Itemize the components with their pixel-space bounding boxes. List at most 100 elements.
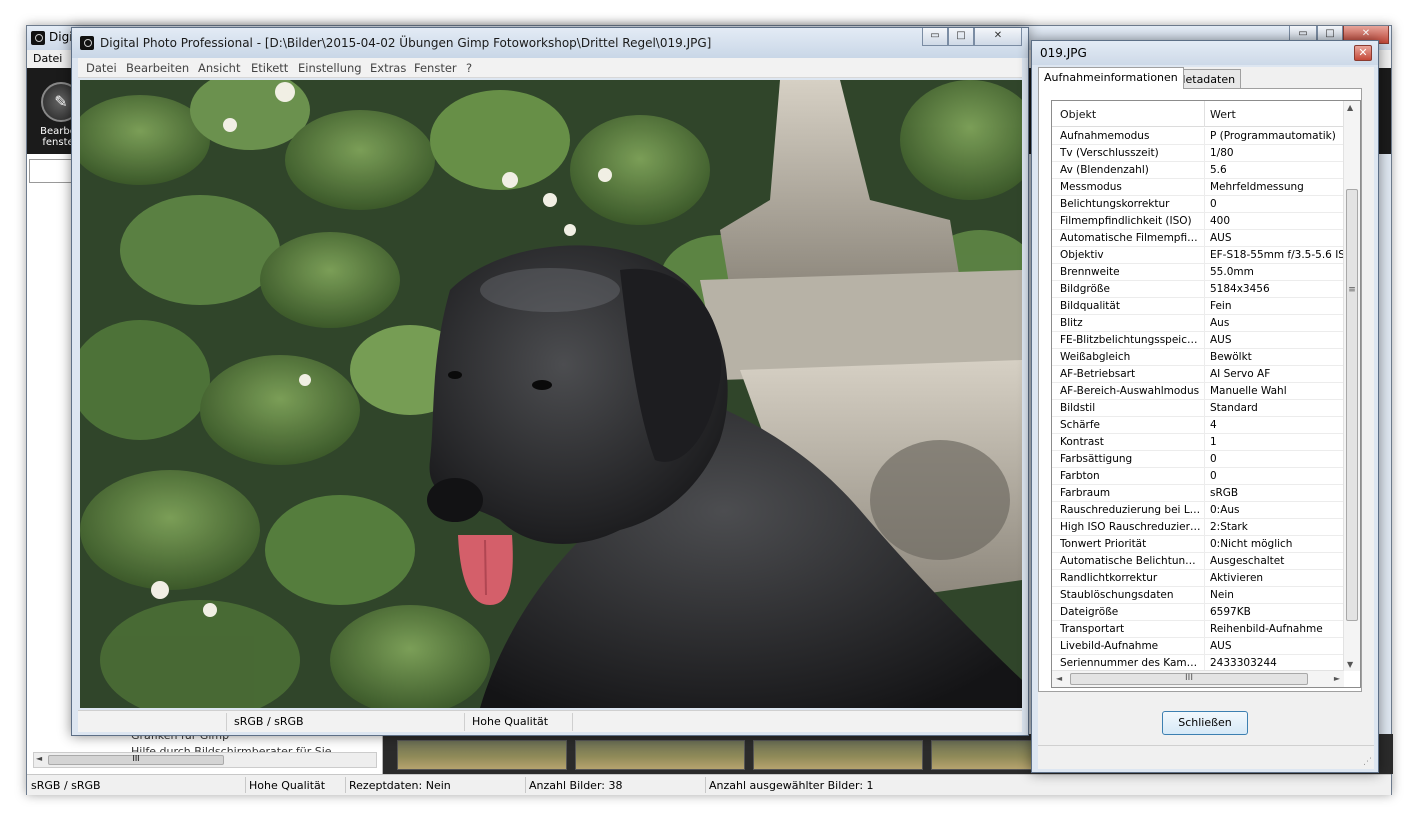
row-key: Weißabgleich [1060, 351, 1131, 363]
table-row[interactable]: Bildqualität Fein [1052, 298, 1344, 315]
table-row[interactable]: Objektiv EF-S18-55mm f/3.5-5.6 IS I [1052, 247, 1344, 264]
table-row[interactable]: Transportart Reihenbild-Aufnahme [1052, 621, 1344, 638]
arrow-right-icon[interactable]: ► [1334, 674, 1340, 683]
info-dialog-titlebar[interactable]: 019.JPG ✕ [1032, 41, 1378, 65]
table-row[interactable]: Farbraum sRGB [1052, 485, 1344, 502]
table-row[interactable]: Randlichtkorrektur Aktivieren [1052, 570, 1344, 587]
column-header-objekt[interactable]: Objekt [1060, 108, 1096, 121]
table-row[interactable]: Weißabgleich Bewölkt [1052, 349, 1344, 366]
resize-grip-icon[interactable]: ⋰ [1363, 757, 1372, 767]
menu-extras[interactable]: Extras [370, 61, 406, 75]
row-value: Manuelle Wahl [1210, 385, 1287, 397]
scroll-thumb[interactable]: III [48, 755, 224, 765]
menu-help[interactable]: ? [466, 61, 472, 75]
arrow-down-icon[interactable]: ▼ [1347, 660, 1353, 669]
row-key: AF-Bereich-Auswahlmodus [1060, 385, 1200, 397]
table-row[interactable]: AF-Bereich-Auswahlmodus Manuelle Wahl [1052, 383, 1344, 400]
row-key: Belichtungskorrektur [1060, 198, 1170, 210]
row-value: 400 [1210, 215, 1231, 227]
table-row[interactable]: Staublöschungsdaten Nein [1052, 587, 1344, 604]
menu-etikett[interactable]: Etikett [251, 61, 288, 75]
table-row[interactable]: Rauschreduzierung bei Lan... 0:Aus [1052, 502, 1344, 519]
row-value: 2433303244 [1210, 657, 1277, 669]
table-row[interactable]: FE-Blitzbelichtungsspeicher... AUS [1052, 332, 1344, 349]
main-menu-datei[interactable]: Datei [33, 52, 62, 65]
photo-image[interactable] [80, 80, 1022, 708]
table-row[interactable]: Filmempfindlichkeit (ISO) 400 [1052, 213, 1344, 230]
row-key: Dateigröße [1060, 606, 1119, 618]
info-dialog-title: 019.JPG [1040, 46, 1087, 60]
table-row[interactable]: Livebild-Aufnahme AUS [1052, 638, 1344, 655]
arrow-left-icon[interactable]: ◄ [1056, 674, 1062, 683]
status-divider [345, 777, 346, 793]
table-row[interactable]: Farbton 0 [1052, 468, 1344, 485]
table-row[interactable]: Automatische Filmempfindli... AUS [1052, 230, 1344, 247]
photo-window-titlebar[interactable]: Digital Photo Professional - [D:\Bilder\… [72, 28, 1028, 58]
table-row[interactable]: Aufnahmemodus P (Programmautomatik) [1052, 128, 1344, 145]
row-key: Tonwert Priorität [1060, 538, 1147, 550]
cell-divider [1204, 536, 1205, 553]
table-row[interactable]: Kontrast 1 [1052, 434, 1344, 451]
row-value: Aktivieren [1210, 572, 1264, 584]
table-row[interactable]: Schärfe 4 [1052, 417, 1344, 434]
table-row[interactable]: AF-Betriebsart AI Servo AF [1052, 366, 1344, 383]
table-row[interactable]: Av (Blendenzahl) 5.6 [1052, 162, 1344, 179]
column-header-wert[interactable]: Wert [1210, 108, 1236, 121]
table-row[interactable]: Bildgröße 5184x3456 [1052, 281, 1344, 298]
row-value: AUS [1210, 640, 1232, 652]
row-key: Staublöschungsdaten [1060, 589, 1174, 601]
schliessen-button[interactable]: Schließen [1162, 711, 1248, 735]
row-value: 0 [1210, 198, 1217, 210]
menu-bearbeiten[interactable]: Bearbeiten [126, 61, 189, 75]
table-row[interactable]: Dateigröße 6597KB [1052, 604, 1344, 621]
photo-minimize-button[interactable]: ▭ [922, 28, 948, 46]
status-divider [572, 713, 573, 731]
menu-ansicht[interactable]: Ansicht [198, 61, 240, 75]
photo-close-button[interactable]: ✕ [974, 28, 1022, 46]
folder-panel-hscrollbar[interactable]: ◄ III [33, 752, 377, 768]
table-hscrollbar[interactable]: ◄ III ► [1052, 670, 1344, 687]
row-value: 0:Aus [1210, 504, 1240, 516]
row-key: Livebild-Aufnahme [1060, 640, 1159, 652]
row-value: 0 [1210, 470, 1217, 482]
menu-fenster[interactable]: Fenster [414, 61, 457, 75]
column-divider[interactable] [1204, 101, 1205, 127]
table-row[interactable]: Brennweite 55.0mm [1052, 264, 1344, 281]
table-row[interactable]: Tonwert Priorität 0:Nicht möglich [1052, 536, 1344, 553]
row-value: 2:Stark [1210, 521, 1248, 533]
row-value: 4 [1210, 419, 1217, 431]
vscroll-thumb[interactable]: ≡ [1346, 189, 1358, 621]
table-row[interactable]: Bildstil Standard [1052, 400, 1344, 417]
table-row[interactable]: Messmodus Mehrfeldmessung [1052, 179, 1344, 196]
photo-maximize-button[interactable]: □ [948, 28, 974, 46]
row-key: Av (Blendenzahl) [1060, 164, 1149, 176]
table-row[interactable]: Blitz Aus [1052, 315, 1344, 332]
table-row[interactable]: Automatische Belichtungso... Ausgeschalte… [1052, 553, 1344, 570]
hscroll-thumb[interactable]: III [1070, 673, 1308, 685]
table-vscrollbar[interactable]: ▲ ≡ ▼ [1343, 101, 1360, 671]
scroll-left-icon[interactable]: ◄ [36, 754, 42, 763]
table-row[interactable]: Belichtungskorrektur 0 [1052, 196, 1344, 213]
status-divider [705, 777, 706, 793]
row-key: Aufnahmemodus [1060, 130, 1150, 142]
table-row[interactable]: Tv (Verschlusszeit) 1/80 [1052, 145, 1344, 162]
cell-divider [1204, 128, 1205, 145]
status-divider [525, 777, 526, 793]
thumbnail[interactable] [575, 740, 745, 770]
row-value: Nein [1210, 589, 1234, 601]
menu-datei[interactable]: Datei [86, 61, 117, 75]
row-value: 55.0mm [1210, 266, 1254, 278]
menu-einstellung[interactable]: Einstellung [298, 61, 362, 75]
table-row[interactable]: High ISO Rauschreduzierung 2:Stark [1052, 519, 1344, 536]
row-key: Transportart [1060, 623, 1125, 635]
row-key: Blitz [1060, 317, 1083, 329]
table-row[interactable]: Farbsättigung 0 [1052, 451, 1344, 468]
tab-aufnahmeinformationen[interactable]: Aufnahmeinformationen [1038, 67, 1184, 89]
folder-path-input[interactable] [29, 159, 73, 183]
cell-divider [1204, 417, 1205, 434]
thumbnail[interactable] [397, 740, 567, 770]
status-divider [464, 713, 465, 731]
arrow-up-icon[interactable]: ▲ [1347, 103, 1353, 112]
close-icon[interactable]: ✕ [1354, 45, 1372, 61]
thumbnail[interactable] [753, 740, 923, 770]
